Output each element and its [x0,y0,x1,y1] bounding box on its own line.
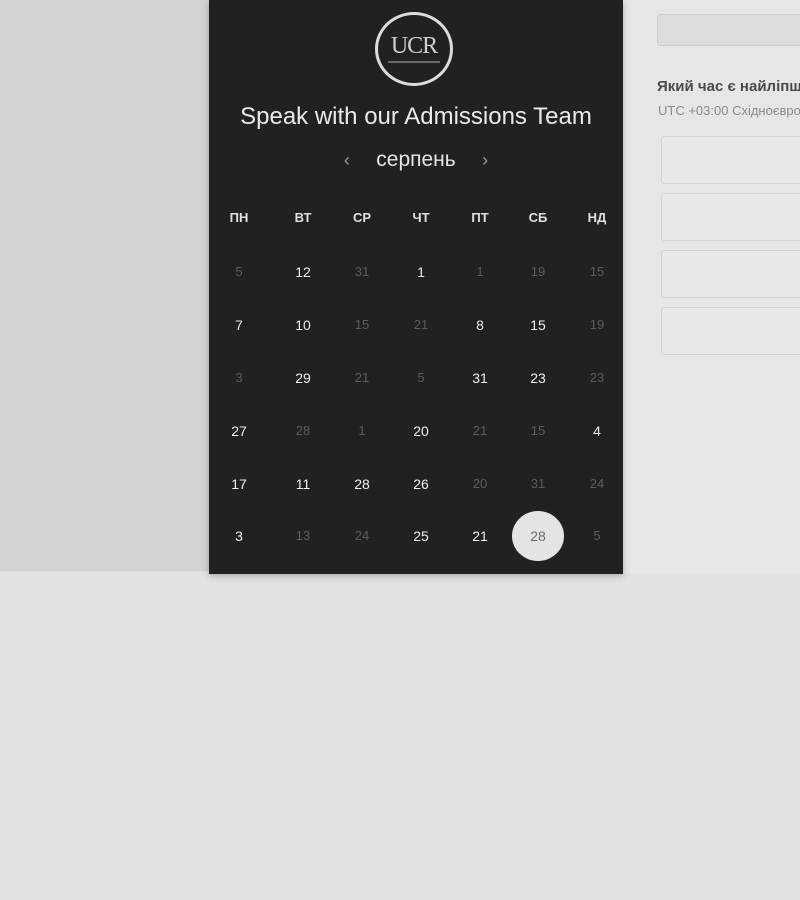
available-day-cell[interactable]: 1 [395,260,447,284]
time-slot-option[interactable] [661,250,800,298]
weekday-label: ЧТ [412,210,430,225]
unavailable-day-cell: 21 [413,317,429,332]
unavailable-day-cell: 3 [235,370,243,385]
weekday-label: ПН [229,210,249,225]
available-day-cell[interactable]: 11 [277,472,329,496]
available-day-cell[interactable]: 7 [213,313,265,337]
month-label: серпень [376,148,456,171]
unavailable-day-cell: 24 [354,528,370,543]
unavailable-day-cell: 15 [530,423,546,438]
timezone-label[interactable]: UTC +03:00 Східноєвропейський літній час [658,103,800,118]
unavailable-day-cell: 19 [530,264,546,279]
available-day-cell[interactable]: 23 [512,366,564,390]
time-selection-panel: Який час є найліпшим для вас? UTC +03:00… [623,0,800,574]
available-day-cell[interactable]: 8 [454,313,506,337]
calendar-title: Speak with our Admissions Team [240,103,592,130]
time-slot-option[interactable] [661,136,800,184]
weekday-label: ПТ [471,210,489,225]
unavailable-day-cell: 20 [472,476,488,491]
weekday-label: ВТ [294,210,312,225]
unavailable-day-cell: 5 [235,264,243,279]
available-day-cell[interactable]: 17 [213,472,265,496]
unavailable-day-cell: 5 [593,528,601,543]
unavailable-day-cell: 1 [476,264,484,279]
available-day-cell[interactable]: 29 [277,366,329,390]
available-day-cell[interactable]: 25 [395,524,447,548]
chevron-left-icon[interactable]: ‹ [336,150,358,171]
ucr-logo: UCR [375,12,453,86]
unavailable-day-cell: 15 [589,264,605,279]
calendar-panel: UCR Speak with our Admissions Team ‹ сер… [209,0,623,574]
unavailable-day-cell: 31 [530,476,546,491]
available-day-cell[interactable]: 3 [213,524,265,548]
time-slot-option[interactable] [661,307,800,355]
weekday-label: СБ [528,210,548,225]
available-day-cell[interactable]: 26 [395,472,447,496]
unavailable-day-cell: 21 [354,370,370,385]
available-day-cell[interactable]: 20 [395,419,447,443]
available-day-cell[interactable]: 31 [454,366,506,390]
unavailable-day-cell: 21 [472,423,488,438]
top-input-bar[interactable] [657,14,800,46]
available-day-cell[interactable]: 15 [512,313,564,337]
unavailable-day-cell: 13 [295,528,311,543]
unavailable-day-cell: 23 [589,370,605,385]
weekday-label: НД [587,210,607,225]
logo-subtitle-line [388,61,440,63]
weekday-label: СР [352,210,372,225]
left-background-panel [0,0,209,572]
available-day-cell[interactable]: 27 [213,419,265,443]
time-slot-option[interactable] [661,193,800,241]
unavailable-day-cell: 15 [354,317,370,332]
month-navigation: ‹ серпень › [209,148,623,178]
chevron-right-icon[interactable]: › [474,150,496,171]
unavailable-day-cell: 28 [295,423,311,438]
available-day-cell[interactable]: 10 [277,313,329,337]
unavailable-day-cell: 24 [589,476,605,491]
available-day-cell[interactable]: 4 [571,419,623,443]
unavailable-day-cell: 31 [354,264,370,279]
time-question-heading: Який час є найліпшим для вас? [657,78,800,95]
available-day-cell[interactable]: 21 [454,524,506,548]
unavailable-day-cell: 1 [358,423,366,438]
available-day-cell[interactable]: 28 [336,472,388,496]
unavailable-day-cell: 19 [589,317,605,332]
selected-day-cell[interactable]: 28 [512,511,564,561]
available-day-cell[interactable]: 12 [277,260,329,284]
logo-text: UCR [390,33,438,59]
unavailable-day-cell: 5 [417,370,425,385]
